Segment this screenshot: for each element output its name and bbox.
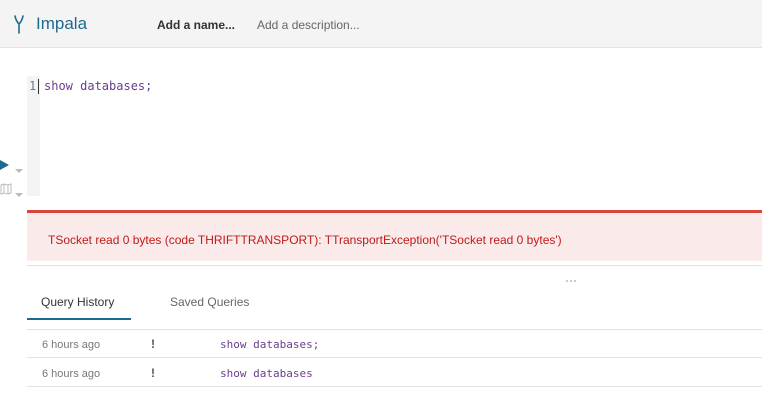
- tab-saved-queries[interactable]: Saved Queries: [170, 295, 249, 309]
- text-cursor: [38, 79, 39, 94]
- history-query[interactable]: show databases;: [220, 338, 319, 351]
- error-status-icon: !: [151, 337, 155, 351]
- history-divider: [27, 386, 762, 387]
- query-description-field[interactable]: Add a description...: [257, 18, 360, 32]
- panel-divider: [27, 265, 762, 266]
- app-title[interactable]: Impala: [36, 14, 87, 34]
- history-time: 6 hours ago: [42, 339, 101, 351]
- history-divider: [27, 357, 762, 358]
- error-status-icon: !: [151, 366, 155, 380]
- chevron-down-icon[interactable]: [14, 185, 24, 197]
- resize-handle[interactable]: [565, 270, 577, 282]
- line-number: 1: [29, 79, 37, 93]
- error-message-box: TSocket read 0 bytes (code THRIFTTRANSPO…: [27, 210, 762, 261]
- play-icon[interactable]: [0, 158, 10, 170]
- tab-query-history[interactable]: Query History: [41, 295, 114, 309]
- history-query[interactable]: show databases: [220, 367, 313, 380]
- code-line[interactable]: show databases;: [44, 79, 152, 93]
- history-row[interactable]: 6 hours ago ! show databases;: [27, 330, 762, 358]
- editor-header: Impala Add a name... Add a description..…: [0, 0, 762, 48]
- query-name-field[interactable]: Add a name...: [157, 18, 235, 32]
- history-time: 6 hours ago: [42, 368, 101, 380]
- impala-icon: [11, 14, 27, 34]
- editor-gutter: 1: [27, 76, 40, 196]
- active-tab-indicator: [27, 318, 131, 320]
- chevron-down-icon[interactable]: [14, 161, 24, 173]
- error-message: TSocket read 0 bytes (code THRIFTTRANSPO…: [48, 233, 562, 247]
- history-row[interactable]: 6 hours ago ! show databases: [27, 359, 762, 387]
- map-icon[interactable]: [0, 182, 12, 195]
- code-editor[interactable]: 1 show databases;: [27, 76, 762, 198]
